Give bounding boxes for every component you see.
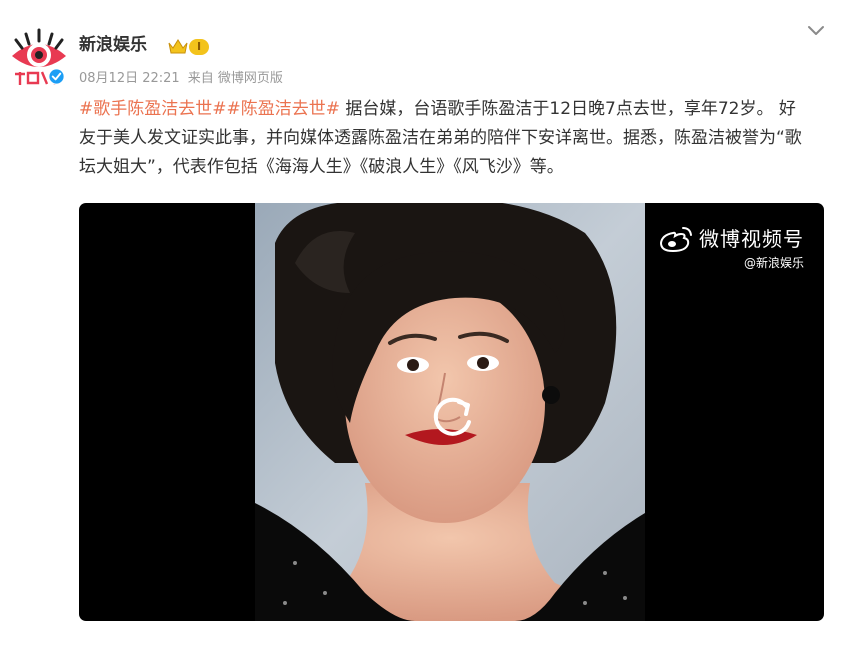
hashtag-link[interactable]: #歌手陈盈洁去世# (79, 99, 227, 119)
post-source: 来自 微博网页版 (187, 71, 283, 86)
level-badge[interactable]: I (189, 39, 209, 55)
username[interactable]: 新浪娱乐 (79, 34, 147, 56)
weibo-logo-icon (659, 225, 693, 253)
video-watermark: 微博视频号 @新浪娱乐 (659, 225, 804, 271)
post-meta: 08月12日 22:21 来自 微博网页版 (79, 70, 283, 88)
watermark-title: 微博视频号 (699, 227, 804, 251)
hashtag-link[interactable]: #陈盈洁去世# (227, 99, 341, 119)
video-player[interactable]: 微博视频号 @新浪娱乐 (79, 203, 824, 621)
verified-badge-icon (47, 67, 66, 86)
post-text: #歌手陈盈洁去世##陈盈洁去世# 据台媒，台语歌手陈盈洁于12日晚7点去世，享年… (79, 95, 809, 182)
chevron-down-icon[interactable] (806, 22, 826, 36)
watermark-account: @新浪娱乐 (743, 256, 804, 270)
replay-icon[interactable] (428, 392, 478, 442)
post-timestamp[interactable]: 08月12日 22:21 (79, 71, 180, 86)
crown-icon[interactable] (167, 38, 189, 55)
